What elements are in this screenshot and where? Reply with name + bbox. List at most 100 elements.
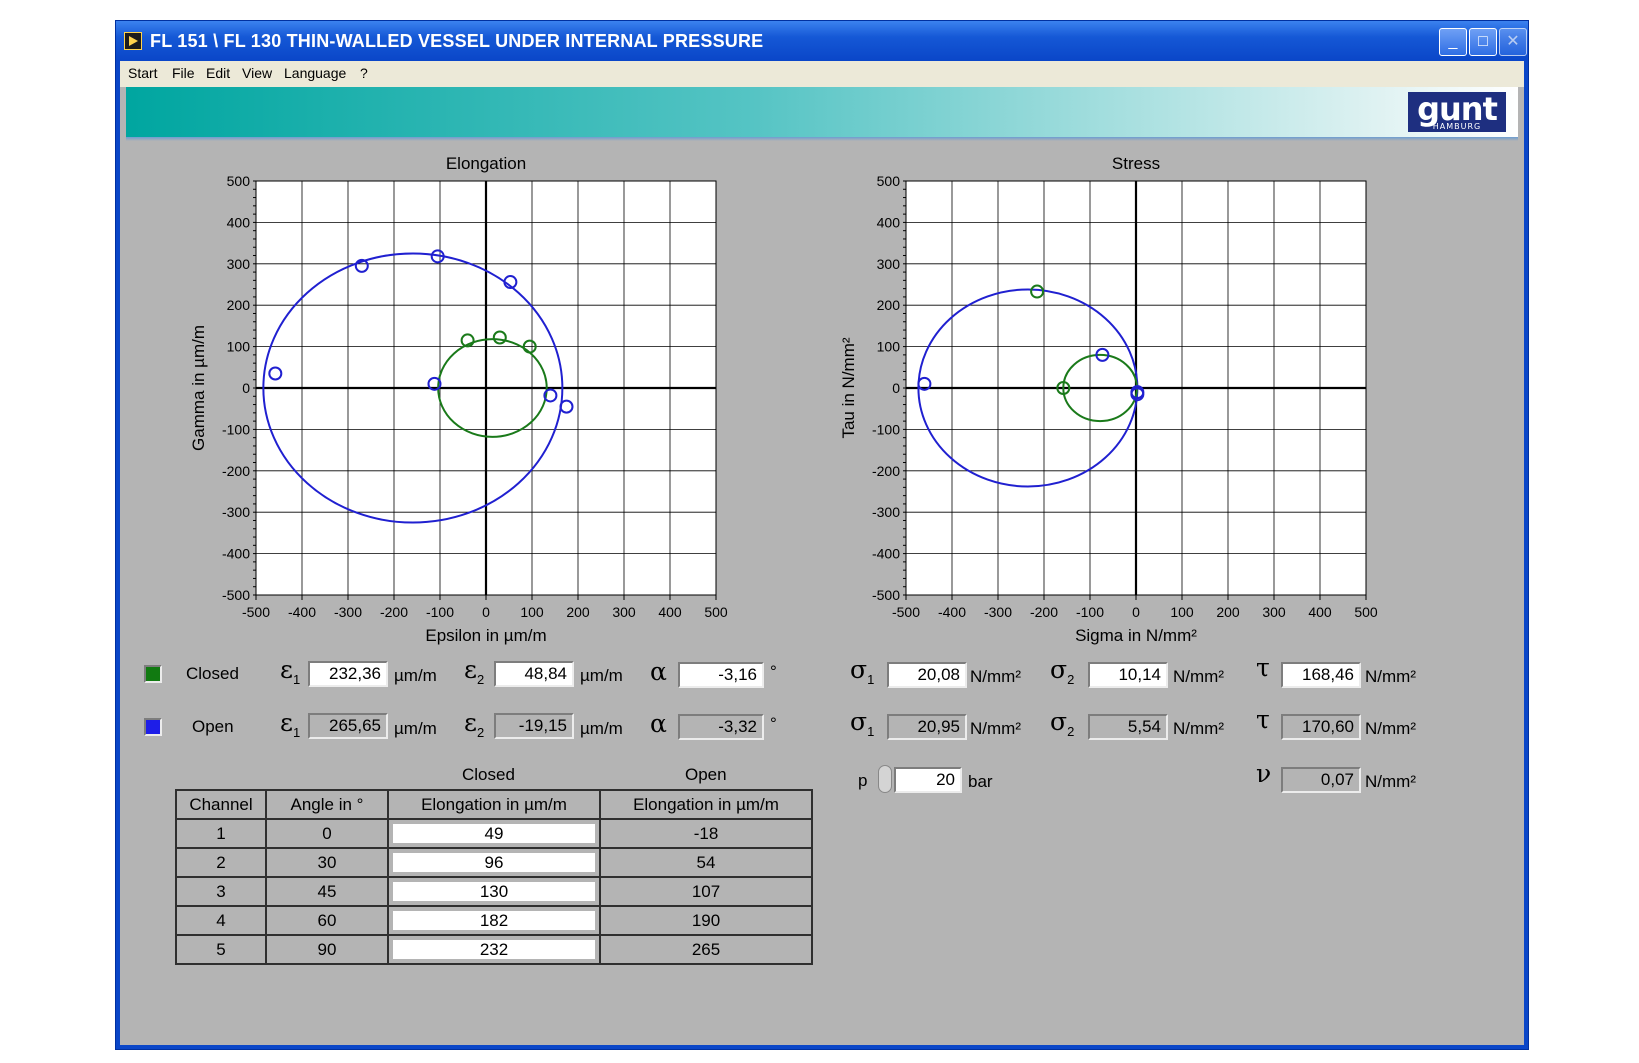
alpha-symbol-open: α xyxy=(650,709,667,738)
closed-elongation-cell[interactable]: 96 xyxy=(387,847,601,878)
sigma2-symbol-open: σ2 xyxy=(1050,707,1075,739)
channel-cell: 3 xyxy=(175,876,267,907)
pressure-unit: bar xyxy=(968,772,993,791)
stress-y-tick-label: -400 xyxy=(872,546,900,562)
elongation-x-tick-label: 100 xyxy=(520,604,544,620)
stress-chart: -500 -400 -300 -200 -100 0 100 200 300 400 500 500 4… xyxy=(839,154,1378,645)
stress-x-tick-label: 200 xyxy=(1216,604,1240,620)
closed-led xyxy=(144,665,162,683)
elongation-y-tick-label: 400 xyxy=(227,214,251,230)
menu-bar: Start File Edit View Language ? xyxy=(120,61,1524,87)
elongation-x-tick-label: -200 xyxy=(380,604,408,620)
stress-y-tick-label: 500 xyxy=(877,173,901,189)
labview-app-icon xyxy=(124,32,142,50)
front-panel: gunt HAMBURG -500 -400 -300 -200 -100 0 100 200… xyxy=(120,87,1524,1045)
angle-cell: 90 xyxy=(265,934,389,965)
stress-y-tick-label: -200 xyxy=(872,463,900,479)
closed-elongation-cell[interactable]: 182 xyxy=(387,905,601,936)
stress-y-tick-label: -300 xyxy=(872,504,900,520)
stress-x-tick-label: 400 xyxy=(1308,604,1332,620)
channel-cell: 2 xyxy=(175,847,267,878)
sigma2-open-field: 5,54 xyxy=(1088,714,1168,740)
closed-elongation-cell[interactable]: 232 xyxy=(387,934,601,965)
stress-y-axis-label: Tau in N/mm² xyxy=(839,337,858,438)
epsilon1-open-field: 265,65 xyxy=(308,713,388,739)
alpha-open-unit: ° xyxy=(770,714,777,733)
stress-x-tick-label: 500 xyxy=(1354,604,1378,620)
menu-help[interactable]: ? xyxy=(360,65,368,81)
epsilon1-symbol-closed: ε1 xyxy=(280,655,301,687)
maximize-button[interactable]: □ xyxy=(1469,28,1497,56)
stress-y-tick-label: 400 xyxy=(877,214,901,230)
table-row: 5 90 232 265 xyxy=(175,934,813,965)
window-title: FL 151 \ FL 130 THIN-WALLED VESSEL UNDER… xyxy=(150,31,764,51)
open-label: Open xyxy=(192,717,234,736)
sigma1-closed-field: 20,08 xyxy=(887,662,967,688)
menu-start[interactable]: Start xyxy=(128,65,158,81)
elongation-x-tick-label: 200 xyxy=(566,604,590,620)
stress-y-tick-label: 300 xyxy=(877,256,901,272)
elongation-y-tick-label: 100 xyxy=(227,339,251,355)
sigma2-closed-unit: N/mm² xyxy=(1173,667,1224,686)
menu-file[interactable]: File xyxy=(172,65,195,81)
logo-subtext: HAMBURG xyxy=(1432,122,1482,131)
channel-cell: 5 xyxy=(175,934,267,965)
stress-y-tick-label: 0 xyxy=(892,380,900,396)
title-bar[interactable]: FL 151 \ FL 130 THIN-WALLED VESSEL UNDER… xyxy=(116,21,1528,61)
epsilon1-open-unit: µm/m xyxy=(394,719,437,738)
application-window: FL 151 \ FL 130 THIN-WALLED VESSEL UNDER… xyxy=(115,20,1529,1050)
nu-unit: N/mm² xyxy=(1365,772,1416,791)
menu-language[interactable]: Language xyxy=(284,65,346,81)
pressure-spinner[interactable] xyxy=(878,765,892,793)
epsilon2-symbol-open: ε2 xyxy=(464,708,485,740)
tau-open-unit: N/mm² xyxy=(1365,719,1416,738)
epsilon2-closed-unit: µm/m xyxy=(580,666,623,685)
table-group-closed: Closed xyxy=(462,765,515,784)
header-channel: Channel xyxy=(175,789,267,820)
alpha-closed-unit: ° xyxy=(770,662,777,681)
elongation-x-tick-label: 500 xyxy=(704,604,728,620)
angle-cell: 45 xyxy=(265,876,389,907)
table-group-open: Open xyxy=(685,765,727,784)
table-header-row: Channel Angle in ° Elongation in µm/m El… xyxy=(175,789,813,820)
tau-symbol-open: τ xyxy=(1256,705,1270,734)
table-row: 1 0 49 -18 xyxy=(175,818,813,849)
menu-view[interactable]: View xyxy=(242,65,272,81)
epsilon2-open-field: -19,15 xyxy=(494,713,574,739)
closed-elongation-cell[interactable]: 130 xyxy=(387,876,601,907)
stress-x-tick-label: -400 xyxy=(938,604,966,620)
pressure-input[interactable]: 20 xyxy=(894,767,962,793)
stress-x-tick-label: -300 xyxy=(984,604,1012,620)
elongation-y-tick-label: -400 xyxy=(222,546,250,562)
elongation-y-tick-label: -100 xyxy=(222,421,250,437)
open-elongation-cell: 265 xyxy=(599,934,813,965)
elongation-x-tick-label: -400 xyxy=(288,604,316,620)
tau-open-field: 170,60 xyxy=(1281,714,1361,740)
table-row: 4 60 182 190 xyxy=(175,905,813,936)
elongation-y-tick-label: 200 xyxy=(227,297,251,313)
menu-edit[interactable]: Edit xyxy=(206,65,230,81)
open-led xyxy=(144,718,162,736)
close-button[interactable]: ✕ xyxy=(1499,28,1527,56)
minimize-button[interactable]: _ xyxy=(1439,28,1467,56)
angle-cell: 0 xyxy=(265,818,389,849)
elongation-y-tick-label: -500 xyxy=(222,587,250,603)
stress-x-tick-label: 100 xyxy=(1170,604,1194,620)
closed-label: Closed xyxy=(186,664,239,683)
open-elongation-cell: -18 xyxy=(599,818,813,849)
elongation-x-tick-label: -100 xyxy=(426,604,454,620)
channel-cell: 1 xyxy=(175,818,267,849)
stress-x-tick-label: -200 xyxy=(1030,604,1058,620)
stress-y-tick-label: 200 xyxy=(877,297,901,313)
closed-elongation-cell[interactable]: 49 xyxy=(387,818,601,849)
stress-x-tick-label: -100 xyxy=(1076,604,1104,620)
sigma1-open-unit: N/mm² xyxy=(970,719,1021,738)
sigma2-symbol-closed: σ2 xyxy=(1050,655,1075,687)
sigma1-closed-unit: N/mm² xyxy=(970,667,1021,686)
sigma1-symbol-closed: σ1 xyxy=(850,655,875,687)
stress-x-tick-label: 300 xyxy=(1262,604,1286,620)
pressure-label: p xyxy=(858,771,868,790)
elongation-x-tick-label: -500 xyxy=(242,604,270,620)
elongation-y-tick-label: 0 xyxy=(242,380,250,396)
stress-y-tick-label: -500 xyxy=(872,587,900,603)
